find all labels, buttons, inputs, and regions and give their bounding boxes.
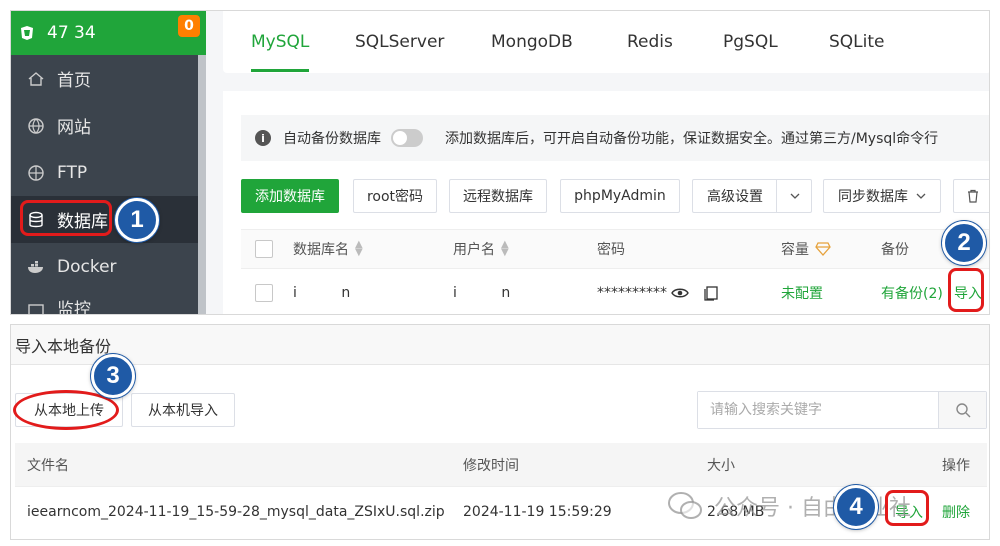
search-input[interactable] (698, 392, 938, 428)
database-content: i 自动备份数据库 添加数据库后，可开启自动备份功能，保证数据安全。通过第三方/… (223, 91, 989, 314)
col-capacity: 容量 (781, 230, 831, 268)
info-icon: i (255, 130, 271, 146)
remote-database-button[interactable]: 远程数据库 (449, 179, 547, 213)
root-password-button[interactable]: root密码 (353, 179, 437, 213)
col-password: 密码 (597, 242, 625, 258)
step-badge-4: 4 (834, 485, 878, 529)
db-password: ********** (597, 284, 667, 301)
panel-screenshot: 47 34 0 首页 网站 FTP 数据库 Docker 监控 MySQL SQ… (10, 10, 990, 315)
sync-database-label: 同步数据库 (838, 189, 908, 205)
col-filename: 文件名 (27, 457, 69, 474)
docker-icon (28, 260, 43, 273)
search-box (697, 391, 987, 429)
backup-delete-link[interactable]: 删除 (942, 487, 970, 537)
phpmyadmin-button[interactable]: phpMyAdmin (560, 179, 680, 213)
step-badge-3: 3 (91, 354, 135, 398)
server-ip: 47 34 (47, 23, 96, 43)
col-action: 操作 (942, 457, 970, 474)
db-name[interactable]: i n (293, 269, 350, 314)
auto-backup-message: 添加数据库后，可开启自动备份功能，保证数据安全。通过第三方/Mysql命令行 (445, 131, 939, 147)
sidebar-item-ftp[interactable]: FTP (11, 149, 206, 196)
col-size: 大小 (707, 457, 735, 474)
sidebar-brand: 47 34 0 (11, 11, 206, 55)
auto-backup-bar: i 自动备份数据库 添加数据库后，可开启自动备份功能，保证数据安全。通过第三方/… (241, 115, 989, 161)
col-backup: 备份 (881, 242, 909, 258)
watermark-text: 公众号 · 自由职业社 (714, 496, 911, 521)
chevron-down-icon[interactable] (776, 180, 812, 212)
capacity-status[interactable]: 未配置 (781, 269, 823, 314)
sidebar-item-monitor[interactable]: 监控 (11, 290, 206, 315)
db-user: i n (453, 284, 511, 301)
sidebar-item-database[interactable]: 数据库 (11, 196, 206, 243)
backup-table-header: 文件名 修改时间 大小 操作 (15, 443, 987, 487)
col-db-name[interactable]: 数据库名 ▲ ▼ (293, 230, 363, 268)
add-database-button[interactable]: 添加数据库 (241, 179, 339, 213)
backup-mtime: 2024-11-19 15:59:29 (463, 504, 612, 520)
tab-mysql[interactable]: MySQL (237, 11, 323, 73)
sidebar-item-label: 首页 (57, 71, 91, 91)
sort-icon: ▲ ▼ (501, 239, 509, 258)
sort-icon: ▲ ▼ (355, 239, 363, 258)
sidebar-item-label: FTP (57, 162, 88, 183)
row-checkbox[interactable] (255, 283, 273, 302)
backup-status-link[interactable]: 有备份(2) (881, 269, 943, 314)
database-table-header: 数据库名 ▲ ▼ 用户名 ▲ ▼ 密码 容量 备份 (241, 229, 989, 269)
tab-mongodb[interactable]: MongoDB (491, 11, 573, 73)
sidebar-item-label: 数据库 (57, 212, 108, 232)
step-badge-1: 1 (115, 198, 159, 242)
auto-backup-label: 自动备份数据库 (283, 131, 381, 147)
chevron-down-icon (916, 193, 926, 199)
sidebar-scrollbar[interactable] (198, 55, 206, 314)
sidebar-item-label: Docker (57, 256, 117, 277)
sidebar-item-docker[interactable]: Docker (11, 243, 206, 290)
auto-backup-toggle[interactable] (391, 129, 423, 147)
database-icon (29, 211, 43, 227)
home-icon (28, 71, 44, 86)
backup-filename: ieearncom_2024-11-19_15-59-28_mysql_data… (27, 504, 445, 520)
tab-sqlserver[interactable]: SQLServer (355, 11, 444, 73)
globe-icon (28, 117, 44, 134)
tab-sqlite[interactable]: SQLite (829, 11, 885, 73)
delete-button[interactable] (953, 179, 989, 213)
table-row: i n i n ********** 未配置 有备份(2) 导入 (241, 269, 989, 314)
advanced-settings-button[interactable]: 高级设置 (692, 179, 812, 213)
copy-icon[interactable] (703, 269, 719, 314)
sidebar-item-label: 网站 (57, 118, 91, 138)
upload-from-local-button[interactable]: 从本地上传 (15, 393, 123, 427)
diamond-icon (815, 242, 831, 256)
bt-logo-icon (21, 26, 33, 40)
eye-icon[interactable] (671, 269, 689, 314)
sidebar-item-website[interactable]: 网站 (11, 102, 206, 149)
tab-pgsql[interactable]: PgSQL (723, 11, 778, 73)
advanced-settings-label: 高级设置 (707, 189, 763, 205)
sidebar-item-home[interactable]: 首页 (11, 55, 206, 102)
tab-redis[interactable]: Redis (627, 11, 673, 73)
col-user[interactable]: 用户名 ▲ ▼ (453, 230, 509, 268)
wechat-icon (668, 492, 702, 519)
trash-icon (968, 189, 978, 203)
db-type-tabs: MySQL SQLServer MongoDB Redis PgSQL SQLi… (223, 11, 989, 73)
ftp-globe-icon (28, 164, 44, 181)
notification-badge[interactable]: 0 (178, 15, 200, 37)
import-from-server-button[interactable]: 从本机导入 (131, 393, 235, 427)
select-all-checkbox[interactable] (255, 240, 273, 258)
sidebar: 47 34 0 首页 网站 FTP 数据库 Docker 监控 (11, 11, 206, 315)
sidebar-item-label: 监控 (57, 300, 91, 315)
search-button[interactable] (938, 392, 986, 428)
sync-database-button[interactable]: 同步数据库 (823, 179, 941, 213)
step-badge-2: 2 (942, 221, 986, 265)
dialog-title: 导入本地备份 (11, 325, 989, 365)
search-icon (955, 403, 970, 418)
import-link[interactable]: 导入 (954, 269, 982, 314)
monitor-icon (28, 304, 44, 314)
col-mtime: 修改时间 (463, 457, 519, 474)
